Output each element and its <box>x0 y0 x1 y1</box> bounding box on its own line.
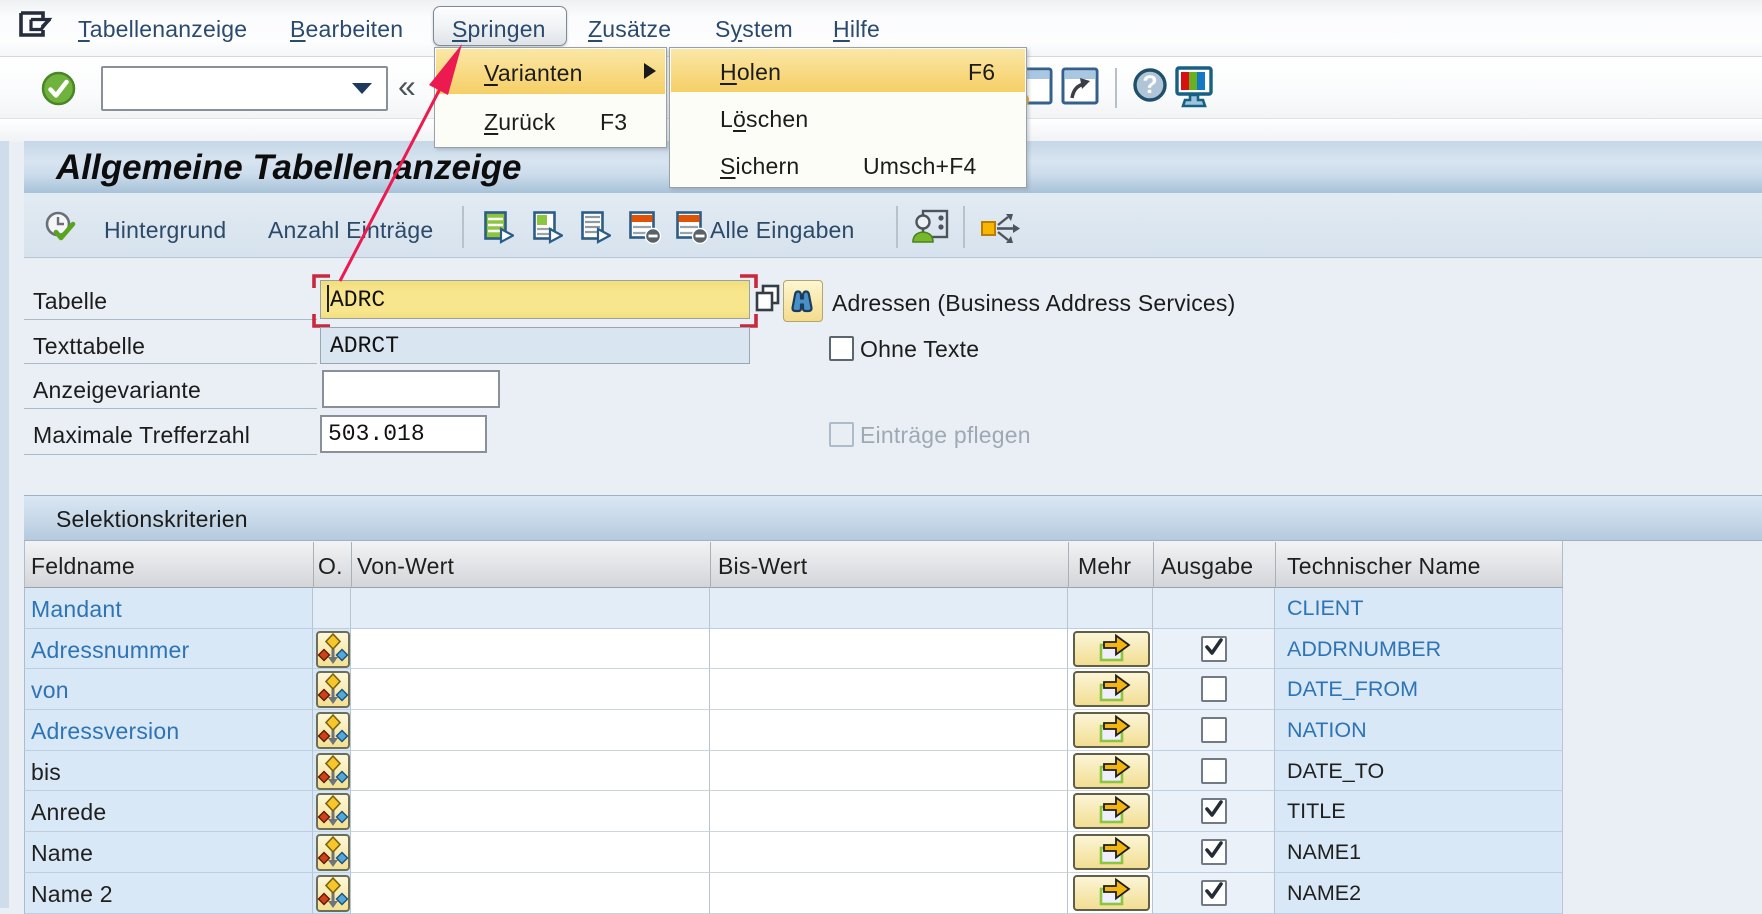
svg-text:?: ? <box>1142 71 1157 99</box>
